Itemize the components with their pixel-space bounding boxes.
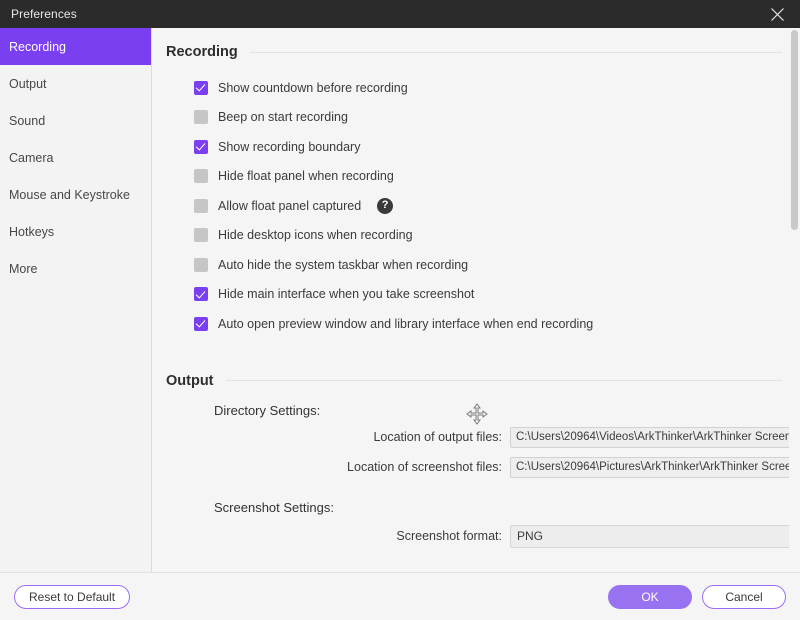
sidebar-item-camera[interactable]: Camera: [0, 139, 151, 176]
cancel-button[interactable]: Cancel: [702, 584, 786, 609]
output-section-header: Output: [166, 339, 782, 389]
output-files-row: Location of output files: C:\Users\20964…: [166, 426, 800, 448]
checkbox-row-show-countdown[interactable]: Show countdown before recording: [194, 73, 782, 103]
checkbox-label: Show recording boundary: [218, 139, 361, 154]
sidebar-item-label: Mouse and Keystroke: [9, 187, 130, 202]
sidebar-item-label: More: [9, 261, 38, 276]
sidebar-item-sound[interactable]: Sound: [0, 102, 151, 139]
ok-button[interactable]: OK: [608, 584, 692, 609]
screenshot-format-label: Screenshot format:: [396, 529, 502, 543]
sidebar-item-hotkeys[interactable]: Hotkeys: [0, 213, 151, 250]
output-heading: Output: [166, 372, 214, 389]
checkbox-icon[interactable]: [194, 139, 208, 154]
window-body: Recording Output Sound Camera Mouse and …: [0, 28, 800, 572]
checkbox-icon[interactable]: [194, 316, 208, 331]
screenshot-files-input[interactable]: C:\Users\20964\Pictures\ArkThinker\ArkTh…: [510, 456, 800, 478]
checkbox-icon[interactable]: [194, 198, 208, 213]
window-title: Preferences: [11, 7, 77, 21]
checkbox-label: Allow float panel captured: [218, 198, 362, 213]
checkbox-label: Hide desktop icons when recording: [218, 228, 413, 243]
sidebar-item-mouse-and-keystroke[interactable]: Mouse and Keystroke: [0, 176, 151, 213]
screenshot-format-select[interactable]: PNG: [510, 524, 800, 548]
checkbox-row-hide-float-panel[interactable]: Hide float panel when recording: [194, 162, 782, 192]
recording-heading: Recording: [166, 44, 238, 60]
sidebar-item-label: Hotkeys: [9, 224, 55, 239]
settings-panel: Recording Show countdown before recordin…: [152, 28, 800, 572]
directory-settings-label: Directory Settings:: [214, 402, 321, 418]
sidebar-item-recording[interactable]: Recording: [0, 28, 151, 65]
checkbox-label: Show countdown before recording: [218, 80, 408, 95]
checkbox-icon[interactable]: [194, 257, 208, 272]
reset-to-default-button[interactable]: Reset to Default: [14, 584, 131, 609]
divider: [225, 380, 782, 381]
scrollbar[interactable]: [789, 28, 800, 572]
sidebar-item-label: Sound: [9, 113, 46, 128]
scrollbar-thumb[interactable]: [791, 30, 798, 230]
checkbox-row-auto-open-preview[interactable]: Auto open preview window and library int…: [194, 309, 782, 339]
checkbox-label: Hide float panel when recording: [218, 169, 394, 184]
checkbox-icon[interactable]: [194, 110, 208, 125]
screenshot-format-value: PNG: [517, 529, 544, 543]
close-icon[interactable]: [754, 0, 800, 28]
screenshot-settings-label: Screenshot Settings:: [214, 499, 334, 515]
checkbox-label: Auto open preview window and library int…: [218, 316, 594, 331]
sidebar-item-label: Output: [9, 76, 47, 91]
divider: [249, 51, 782, 53]
checkbox-row-hide-desktop-icons[interactable]: Hide desktop icons when recording: [194, 221, 782, 251]
sidebar-item-label: Camera: [9, 150, 54, 165]
checkbox-row-beep-on-start[interactable]: Beep on start recording: [194, 103, 782, 133]
checkbox-row-allow-float-panel-captured[interactable]: Allow float panel captured ?: [194, 191, 782, 221]
checkbox-row-show-boundary[interactable]: Show recording boundary: [194, 132, 782, 162]
preferences-window: Preferences Recording Output Sound Camer…: [0, 0, 800, 620]
checkbox-icon[interactable]: [194, 228, 208, 243]
output-files-label: Location of output files:: [373, 430, 502, 444]
checkbox-icon[interactable]: [194, 80, 208, 95]
checkbox-icon[interactable]: [194, 169, 208, 184]
recording-options-list: Show countdown before recording Beep on …: [166, 73, 782, 339]
output-files-input[interactable]: C:\Users\20964\Videos\ArkThinker\ArkThin…: [510, 426, 800, 448]
checkbox-row-hide-main-interface[interactable]: Hide main interface when you take screen…: [194, 280, 782, 310]
checkbox-label: Beep on start recording: [218, 110, 348, 125]
recording-section-header: Recording: [166, 28, 782, 60]
checkbox-row-auto-hide-taskbar[interactable]: Auto hide the system taskbar when record…: [194, 250, 782, 280]
titlebar: Preferences: [0, 0, 800, 28]
help-icon[interactable]: ?: [377, 197, 394, 214]
sidebar-item-label: Recording: [9, 39, 66, 54]
screenshot-files-label: Location of screenshot files:: [347, 460, 502, 474]
footer-bar: Reset to Default OK Cancel: [0, 572, 800, 620]
screenshot-files-row: Location of screenshot files: C:\Users\2…: [166, 456, 800, 478]
checkbox-label: Auto hide the system taskbar when record…: [218, 257, 469, 272]
sidebar-item-more[interactable]: More: [0, 250, 151, 287]
screenshot-format-row: Screenshot format: PNG: [166, 524, 800, 548]
sidebar-item-output[interactable]: Output: [0, 65, 151, 102]
checkbox-label: Hide main interface when you take screen…: [218, 287, 475, 302]
sidebar: Recording Output Sound Camera Mouse and …: [0, 28, 152, 572]
checkbox-icon[interactable]: [194, 287, 208, 302]
